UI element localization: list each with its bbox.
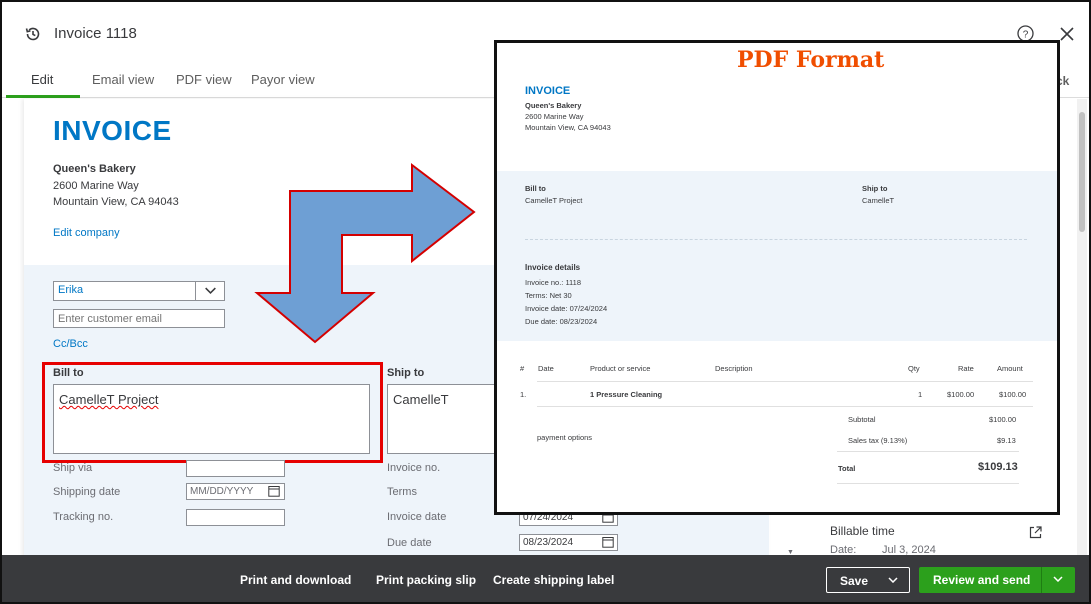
tab-pdf-view[interactable]: PDF view	[176, 72, 232, 87]
pdf-line-rule	[537, 406, 1033, 407]
invoice-no-label: Invoice no.	[387, 462, 441, 474]
company-address-line1: 2600 Marine Way	[53, 180, 139, 192]
pdf-payment-options: payment options	[537, 433, 593, 442]
svg-text:?: ?	[1023, 29, 1029, 40]
pdf-total-rule	[837, 483, 1019, 484]
create-shipping-label-button[interactable]: Create shipping label	[493, 573, 614, 587]
annotation-arrow	[254, 162, 476, 344]
chevron-down-icon[interactable]	[1053, 576, 1063, 582]
ship-via-label: Ship via	[53, 462, 93, 474]
chevron-down-icon[interactable]	[888, 577, 898, 583]
ship-via-field[interactable]	[186, 460, 285, 477]
save-button[interactable]: Save	[826, 567, 910, 593]
bill-to-highlight	[42, 362, 383, 463]
tab-edit[interactable]: Edit	[31, 72, 53, 87]
pdf-invoice-no: Invoice no.: 1118	[525, 278, 582, 287]
pdf-bill-to-value: CamelleT Project	[525, 196, 583, 205]
footer-bar: Print and download Print packing slip Cr…	[2, 555, 1089, 602]
pdf-preview: PDF Format INVOICE Queen's Bakery 2600 M…	[494, 40, 1060, 515]
pdf-company-address-line2: Mountain View, CA 94043	[525, 123, 611, 132]
scrollbar-thumb[interactable]	[1079, 112, 1085, 232]
pdf-tax-rule	[837, 451, 1019, 452]
ship-to-label: Ship to	[387, 367, 425, 379]
pdf-divider	[525, 239, 1027, 240]
invoice-date-label: Invoice date	[387, 511, 447, 523]
print-packing-slip-button[interactable]: Print packing slip	[376, 573, 476, 587]
print-and-download-button[interactable]: Print and download	[240, 573, 351, 587]
pdf-due-date: Due date: 08/23/2024	[525, 317, 598, 326]
tracking-no-field[interactable]	[186, 509, 285, 526]
review-and-send-button[interactable]: Review and send	[919, 567, 1075, 593]
chevron-down-icon[interactable]	[195, 281, 225, 301]
invoice-heading: INVOICE	[53, 115, 172, 146]
shipping-date-placeholder: MM/DD/YYYY	[190, 486, 254, 497]
pdf-col-date: Date	[538, 364, 554, 373]
pdf-line-qty: 1	[918, 390, 923, 399]
pdf-col-amount: Amount	[997, 364, 1023, 373]
pdf-invoice-details-label: Invoice details	[525, 263, 581, 272]
invoice-window: Invoice 1118 ? Edit Email view PDF view …	[0, 0, 1091, 604]
external-link-icon[interactable]	[1029, 526, 1042, 539]
pdf-col-description: Description	[715, 364, 753, 373]
pdf-subtotal-value: $100.00	[989, 415, 1017, 424]
tracking-no-label: Tracking no.	[53, 511, 114, 523]
history-icon[interactable]	[24, 25, 42, 43]
pdf-col-number: #	[520, 364, 525, 373]
pdf-line-amount: $100.00	[999, 390, 1027, 399]
pdf-ship-to-label: Ship to	[862, 184, 888, 193]
page-title: Invoice 1118	[54, 25, 137, 42]
due-date-value: 08/23/2024	[523, 537, 574, 548]
pdf-col-product: Product or service	[590, 364, 651, 373]
pdf-company-name: Queen's Bakery	[525, 101, 582, 110]
company-address-line2: Mountain View, CA 94043	[53, 196, 179, 208]
pdf-total-value: $109.13	[978, 461, 1018, 473]
pdf-ship-to-value: CamelleT	[862, 196, 895, 205]
pdf-total-label: Total	[838, 464, 856, 473]
pdf-line-rate: $100.00	[947, 390, 975, 399]
cc-bcc-link[interactable]: Cc/Bcc	[53, 338, 88, 350]
pdf-tax-label: Sales tax (9.13%)	[848, 436, 908, 445]
save-label: Save	[840, 574, 869, 588]
due-date-label: Due date	[387, 537, 432, 549]
ship-to-field[interactable]: CamelleT	[387, 384, 497, 454]
pdf-bill-to-label: Bill to	[525, 184, 546, 193]
pdf-line-number: 1.	[520, 390, 527, 399]
company-name: Queen's Bakery	[53, 163, 136, 175]
pdf-invoice-title: INVOICE	[525, 85, 571, 97]
pdf-invoice-date: Invoice date: 07/24/2024	[525, 304, 608, 313]
tab-payor-view[interactable]: Payor view	[251, 72, 315, 87]
active-tab-indicator	[6, 95, 80, 98]
close-icon[interactable]	[1060, 27, 1074, 41]
pdf-company-address-line1: 2600 Marine Way	[525, 112, 584, 121]
pdf-header-rule	[537, 381, 1033, 382]
pdf-format-annotation: PDF Format	[737, 47, 885, 73]
pdf-subtotal-label: Subtotal	[848, 415, 876, 424]
pdf-col-rate: Rate	[958, 364, 974, 373]
edit-company-link[interactable]: Edit company	[53, 227, 120, 239]
pdf-tax-value: $9.13	[997, 436, 1016, 445]
billable-time-title: Billable time	[830, 524, 895, 538]
tab-email-view[interactable]: Email view	[92, 72, 154, 87]
pdf-col-qty: Qty	[908, 364, 920, 373]
calendar-icon[interactable]	[268, 485, 280, 497]
customer-email-field[interactable]	[53, 309, 225, 328]
review-and-send-label: Review and send	[933, 573, 1031, 587]
calendar-icon[interactable]	[602, 536, 614, 548]
ship-to-value: CamelleT	[393, 392, 449, 407]
terms-label: Terms	[387, 486, 417, 498]
shipping-date-label: Shipping date	[53, 486, 121, 498]
button-divider	[1041, 567, 1042, 593]
pdf-terms: Terms: Net 30	[525, 291, 572, 300]
pdf-line-product: 1 Pressure Cleaning	[590, 390, 663, 399]
